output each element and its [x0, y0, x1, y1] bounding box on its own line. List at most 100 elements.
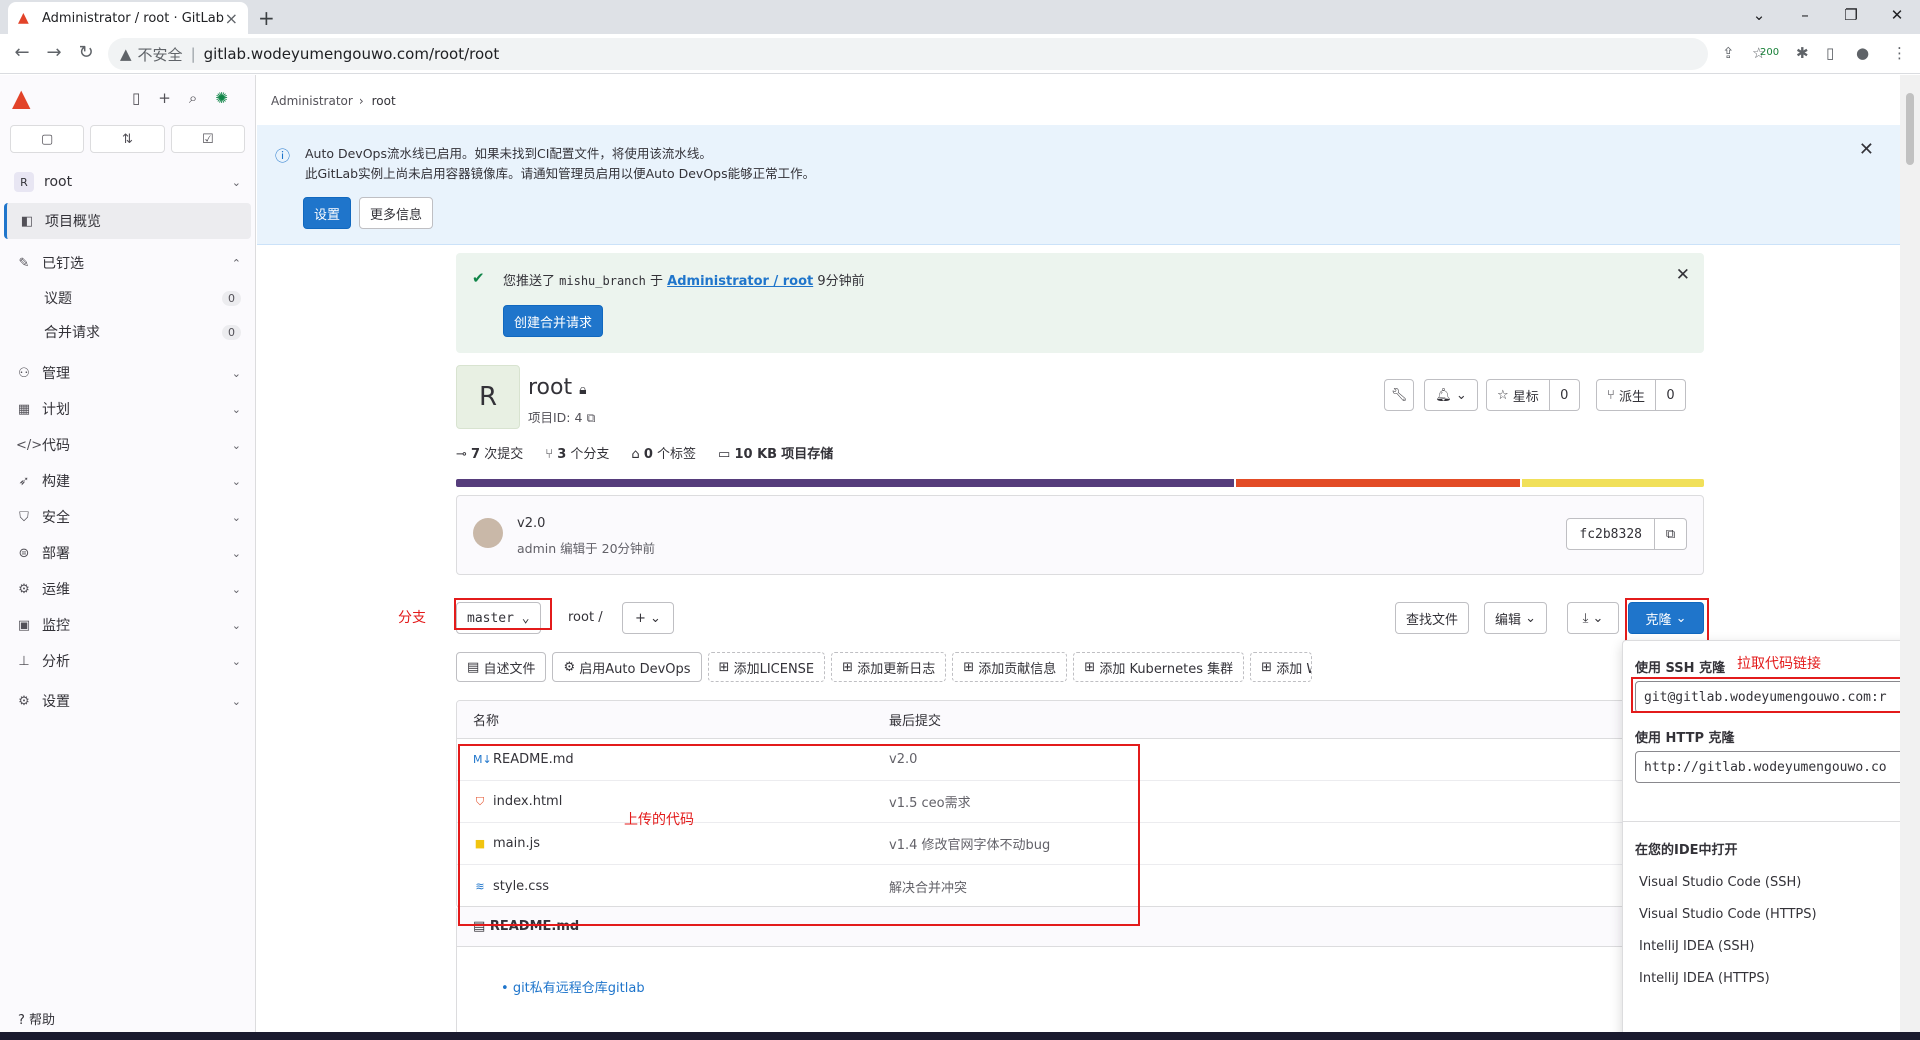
star-count[interactable]: 0 [1549, 379, 1580, 411]
language-bar[interactable] [456, 479, 1704, 487]
download-dropdown[interactable]: ⤓ ⌄ [1567, 602, 1619, 634]
help-link[interactable]: ? 帮助 [18, 1009, 55, 1028]
edit-dropdown[interactable]: 编辑 ⌄ [1484, 602, 1548, 634]
menu-icon[interactable]: ⋮ [1892, 44, 1907, 62]
sidebar-item-code[interactable]: </> 代码 ⌄ [0, 427, 255, 463]
readme-list-item[interactable]: • git私有远程仓库gitlab [501, 977, 645, 996]
sidebar-item-deploy[interactable]: ⊜ 部署 ⌄ [0, 535, 255, 571]
sidepanel-icon[interactable]: ▯ [1826, 44, 1834, 62]
sidebar-item-plan[interactable]: ▦ 计划 ⌄ [0, 391, 255, 427]
browser-tab[interactable]: ▲ Administrator / root · GitLab × [8, 2, 248, 34]
breadcrumb-parent[interactable]: Administrator [271, 94, 353, 108]
sidebar-item-merge-requests[interactable]: 合并请求 0 [0, 315, 255, 349]
reload-icon[interactable]: ↻ [74, 42, 98, 63]
close-icon[interactable]: ✕ [1859, 139, 1874, 160]
settings-button[interactable]: 设置 [303, 197, 352, 229]
path-separator: / [598, 610, 603, 625]
sidebar-item-label: 管理 [42, 366, 70, 382]
path-root[interactable]: root / [568, 610, 603, 625]
close-window-icon[interactable]: ✕ [1874, 0, 1920, 30]
file-icon: ▤ [467, 659, 480, 675]
project-switcher[interactable]: R root ⌄ [8, 167, 247, 197]
chevron-down-icon: ⌄ [231, 582, 241, 596]
ide-vscode-https[interactable]: Visual Studio Code (HTTPS) [1639, 907, 1817, 922]
gitlab-logo-icon[interactable]: ▲ [12, 85, 38, 111]
sidebar-item-build[interactable]: ➶ 构建 ⌄ [0, 463, 255, 499]
fork-button[interactable]: ⑂ 派生 [1596, 379, 1656, 411]
sidebar-item-issues[interactable]: 议题 0 [0, 281, 255, 315]
new-tab-icon[interactable]: + [258, 6, 275, 30]
find-file-button[interactable]: 查找文件 [1395, 602, 1470, 634]
create-merge-request-button[interactable]: 创建合并请求 [503, 305, 604, 337]
files-highlight-box [458, 744, 1140, 926]
readme-action[interactable]: ▤ 自述文件 [456, 652, 547, 682]
create-new-icon[interactable]: + [158, 89, 171, 107]
scrollbar-thumb[interactable] [1906, 93, 1914, 165]
ide-intellij-https[interactable]: IntelliJ IDEA (HTTPS) [1639, 971, 1770, 986]
issues-counter-icon[interactable]: ▢ [10, 125, 85, 153]
fork-count[interactable]: 0 [1655, 379, 1686, 411]
license-action[interactable]: ⊞ 添加LICENSE [707, 652, 826, 682]
autodevops-action[interactable]: ⚙ 启用Auto DevOps [552, 652, 702, 682]
storage-stat[interactable]: ▭ 10 KB 项目存储 [718, 443, 833, 462]
contributing-action[interactable]: ⊞ 添加贡献信息 [952, 652, 1068, 682]
chevron-down-icon: ⌄ [231, 546, 241, 560]
warning-icon[interactable]: ▲ [120, 45, 132, 63]
ide-intellij-ssh[interactable]: IntelliJ IDEA (SSH) [1639, 939, 1754, 954]
page-scrollbar[interactable] [1900, 75, 1920, 1040]
more-info-button[interactable]: 更多信息 [359, 197, 434, 229]
sidebar-item-analyze[interactable]: ⊥ 分析 ⌄ [0, 643, 255, 679]
extensions-icon[interactable]: ✱ [1796, 44, 1809, 62]
share-icon[interactable]: ⇪ [1722, 44, 1735, 62]
sidebar-item-operate[interactable]: ⚙ 运维 ⌄ [0, 571, 255, 607]
star-button[interactable]: ☆ 星标 [1486, 379, 1550, 411]
language-segment[interactable] [1522, 479, 1704, 487]
push-project-link[interactable]: Administrator / root [667, 274, 813, 289]
extension-badge[interactable]: 200 [1760, 47, 1779, 58]
wiki-action[interactable]: ⊞ 添加 W [1250, 652, 1313, 682]
breadcrumb-current[interactable]: root [372, 94, 396, 108]
branches-stat[interactable]: ⑂ 3 个分支 [545, 443, 609, 462]
todos-counter-icon[interactable]: ☑ [170, 125, 245, 153]
author-avatar[interactable] [473, 518, 503, 548]
kubernetes-action[interactable]: ⊞ 添加 Kubernetes 集群 [1073, 652, 1245, 682]
http-url[interactable]: http://gitlab.wodeyumengouwo.co [1635, 751, 1900, 783]
sidebar-item-manage[interactable]: ⚇ 管理 ⌄ [0, 355, 255, 391]
merge-requests-counter-icon[interactable]: ⇅ [90, 125, 165, 153]
search-icon[interactable]: ⌕ [189, 89, 197, 107]
back-icon[interactable]: ← [10, 42, 34, 63]
sidebar-item-overview[interactable]: ◧ 项目概览 [4, 203, 251, 239]
commit-sha[interactable]: fc2b8328 [1566, 518, 1655, 550]
commits-stat[interactable]: ⊸ 7 次提交 [456, 443, 523, 462]
changelog-action[interactable]: ⊞ 添加更新日志 [831, 652, 947, 682]
add-file-dropdown[interactable]: + ⌄ [622, 602, 674, 634]
sidebar-item-monitor[interactable]: ▣ 监控 ⌄ [0, 607, 255, 643]
address-bar[interactable]: ▲ 不安全 | gitlab.wodeyumengouwo.com/root/r… [108, 38, 1708, 70]
sidebar-item-pinned[interactable]: ✎ 已钉选 ⌃ [0, 245, 255, 281]
ide-vscode-ssh[interactable]: Visual Studio Code (SSH) [1639, 875, 1801, 890]
sidebar-item-settings[interactable]: ⚙ 设置 ⌄ [0, 683, 255, 719]
close-icon[interactable]: ✕ [1676, 265, 1690, 285]
minimize-icon[interactable]: – [1782, 0, 1828, 30]
tags-stat[interactable]: ⌂ 0 个标签 [631, 443, 696, 462]
copy-icon[interactable]: ⧉ [586, 410, 595, 425]
profile-icon[interactable]: ● [1856, 44, 1869, 62]
forward-icon[interactable]: → [42, 42, 66, 63]
download-icon: ⤓ ⌄ [1582, 610, 1604, 626]
sidebar-item-secure[interactable]: ⛉ 安全 ⌄ [0, 499, 255, 535]
user-avatar-icon[interactable]: ✺ [215, 89, 228, 107]
close-tab-icon[interactable]: × [225, 9, 238, 28]
language-segment[interactable] [456, 479, 1234, 487]
project-header: R root 🔒︎ 项目ID: 4 ⧉ 🔧︎ 🔔︎ ⌄ ☆ 星标 0 ⑂ 派生 … [456, 365, 1704, 429]
commit-title[interactable]: v2.0 [517, 516, 545, 531]
uploaded-annotation: 上传的代码 [624, 812, 694, 828]
notification-button[interactable]: 🔔︎ ⌄ [1424, 379, 1478, 411]
collapse-sidebar-icon[interactable]: ▯ [132, 89, 140, 107]
admin-wrench-button[interactable]: 🔧︎ [1384, 379, 1414, 411]
tab-search-icon[interactable]: ⌄ [1736, 0, 1782, 30]
sidebar-item-label: 合并请求 [44, 325, 100, 341]
language-segment[interactable] [1235, 479, 1521, 487]
copy-sha-icon[interactable]: ⧉ [1655, 518, 1687, 550]
restore-icon[interactable]: ❐ [1828, 0, 1874, 30]
http-url-field[interactable]: http://gitlab.wodeyumengouwo.co ⧉ [1635, 751, 1900, 783]
